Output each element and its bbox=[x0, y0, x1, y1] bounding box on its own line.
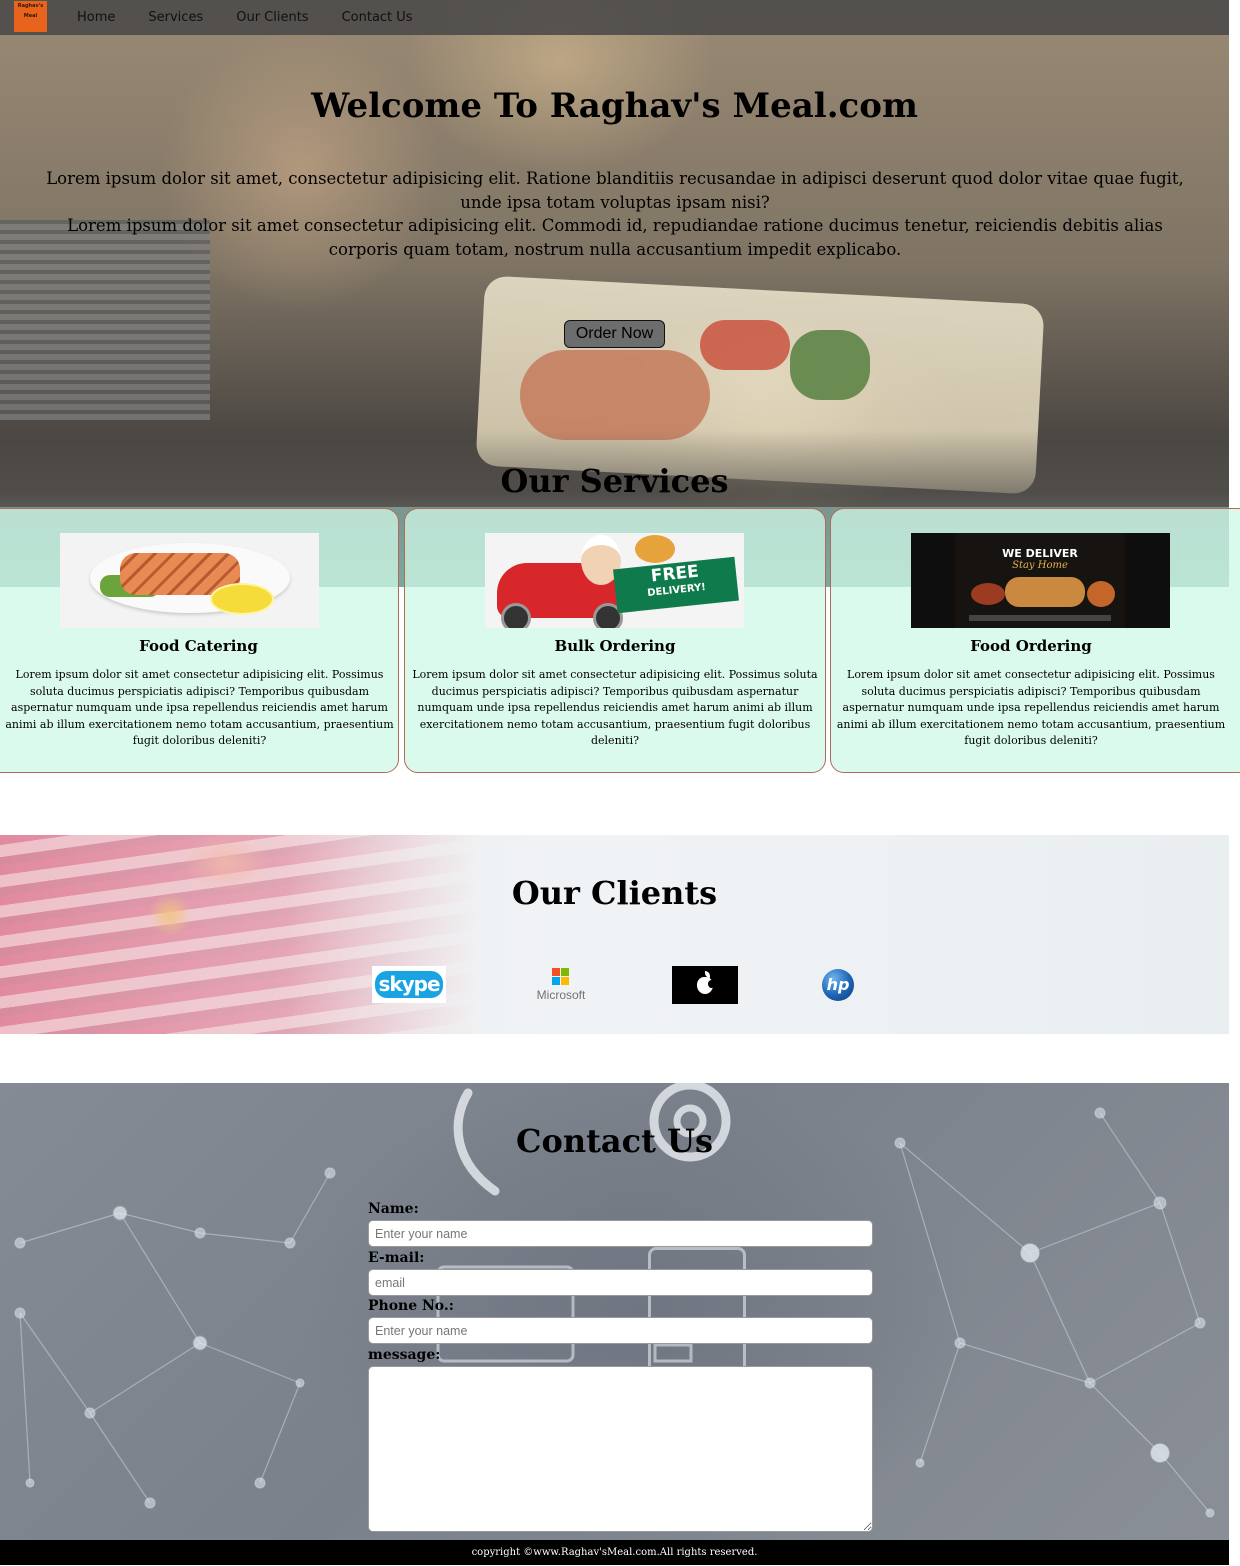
ms-square-blue bbox=[552, 977, 560, 985]
services-title: Our Services bbox=[500, 462, 729, 500]
site-logo[interactable]: Raghav's Meal bbox=[14, 1, 47, 32]
hero-background-food bbox=[520, 350, 710, 440]
service-card-title: Food Catering bbox=[139, 637, 258, 655]
hero-title: Welcome To Raghav's Meal.com bbox=[311, 86, 918, 126]
ms-square-red bbox=[552, 968, 560, 976]
hero-paragraph-2: Lorem ipsum dolor sit amet consectetur a… bbox=[67, 216, 1163, 259]
hp-logo-text: hp bbox=[826, 975, 850, 994]
microsoft-logo-icon bbox=[552, 968, 570, 986]
message-textarea[interactable] bbox=[368, 1366, 873, 1532]
phone-input[interactable] bbox=[368, 1317, 873, 1344]
clients-section bbox=[0, 835, 1229, 1034]
service-card-bulk-ordering: FREE DELIVERY! Bulk Ordering Lorem ipsum … bbox=[404, 508, 826, 773]
email-input[interactable] bbox=[368, 1269, 873, 1296]
footer: copyright ©www.Raghav'sMeal.com.All righ… bbox=[0, 1540, 1229, 1565]
we-deliver-image: WE DELIVER Stay Home bbox=[911, 533, 1170, 628]
name-label: Name: bbox=[368, 1201, 419, 1217]
hp-logo: hp bbox=[822, 969, 854, 1001]
clients-title: Our Clients bbox=[511, 874, 718, 912]
skype-logo-text: skype bbox=[375, 971, 443, 998]
nav-link-our-clients[interactable]: Our Clients bbox=[236, 10, 308, 25]
skype-logo: skype bbox=[372, 966, 446, 1003]
top-navbar: Raghav's Meal Home Services Our Clients … bbox=[0, 0, 1229, 35]
hero-paragraph-1: Lorem ipsum dolor sit amet, consectetur … bbox=[46, 169, 1184, 212]
contact-title: Contact Us bbox=[516, 1122, 713, 1160]
nav-link-home[interactable]: Home bbox=[77, 10, 115, 25]
hero-background-tomato bbox=[700, 320, 790, 370]
we-deliver-subheading: Stay Home bbox=[1012, 560, 1068, 571]
we-deliver-heading: WE DELIVER bbox=[1002, 547, 1078, 560]
service-card-text: Lorem ipsum dolor sit amet consectetur a… bbox=[5, 668, 394, 747]
food-catering-image bbox=[60, 533, 319, 628]
email-label: E-mail: bbox=[368, 1250, 425, 1266]
service-card-text: Lorem ipsum dolor sit amet consectetur a… bbox=[836, 668, 1226, 747]
phone-label: Phone No.: bbox=[368, 1298, 454, 1314]
service-card-food-ordering: WE DELIVER Stay Home Food Ordering Lorem … bbox=[830, 508, 1240, 773]
nav-link-services[interactable]: Services bbox=[148, 10, 203, 25]
name-input[interactable] bbox=[368, 1220, 873, 1247]
hero-description: Lorem ipsum dolor sit amet, consectetur … bbox=[45, 167, 1185, 261]
service-card-title: Food Ordering bbox=[970, 637, 1092, 655]
service-card-text: Lorem ipsum dolor sit amet consectetur a… bbox=[412, 668, 818, 747]
service-card-food-catering: Food Catering Lorem ipsum dolor sit amet… bbox=[0, 508, 399, 773]
ms-square-green bbox=[561, 968, 569, 976]
footer-copyright-text: copyright ©www.Raghav'sMeal.com.All righ… bbox=[471, 1547, 758, 1558]
microsoft-logo-text: Microsoft bbox=[536, 988, 586, 1002]
apple-logo bbox=[672, 966, 738, 1004]
phone-background-icon bbox=[648, 1247, 746, 1379]
nav-links: Home Services Our Clients Contact Us bbox=[77, 0, 446, 35]
free-delivery-image: FREE DELIVERY! bbox=[485, 533, 744, 628]
hero-background-greens bbox=[790, 330, 870, 400]
ms-square-yellow bbox=[561, 977, 569, 985]
service-card-title: Bulk Ordering bbox=[554, 637, 676, 655]
order-now-button[interactable]: Order Now bbox=[564, 320, 665, 348]
microsoft-logo: Microsoft bbox=[530, 966, 592, 1004]
message-label: message: bbox=[368, 1347, 441, 1363]
site-logo-text: Raghav's Meal bbox=[17, 3, 44, 19]
nav-link-contact-us[interactable]: Contact Us bbox=[342, 10, 413, 25]
